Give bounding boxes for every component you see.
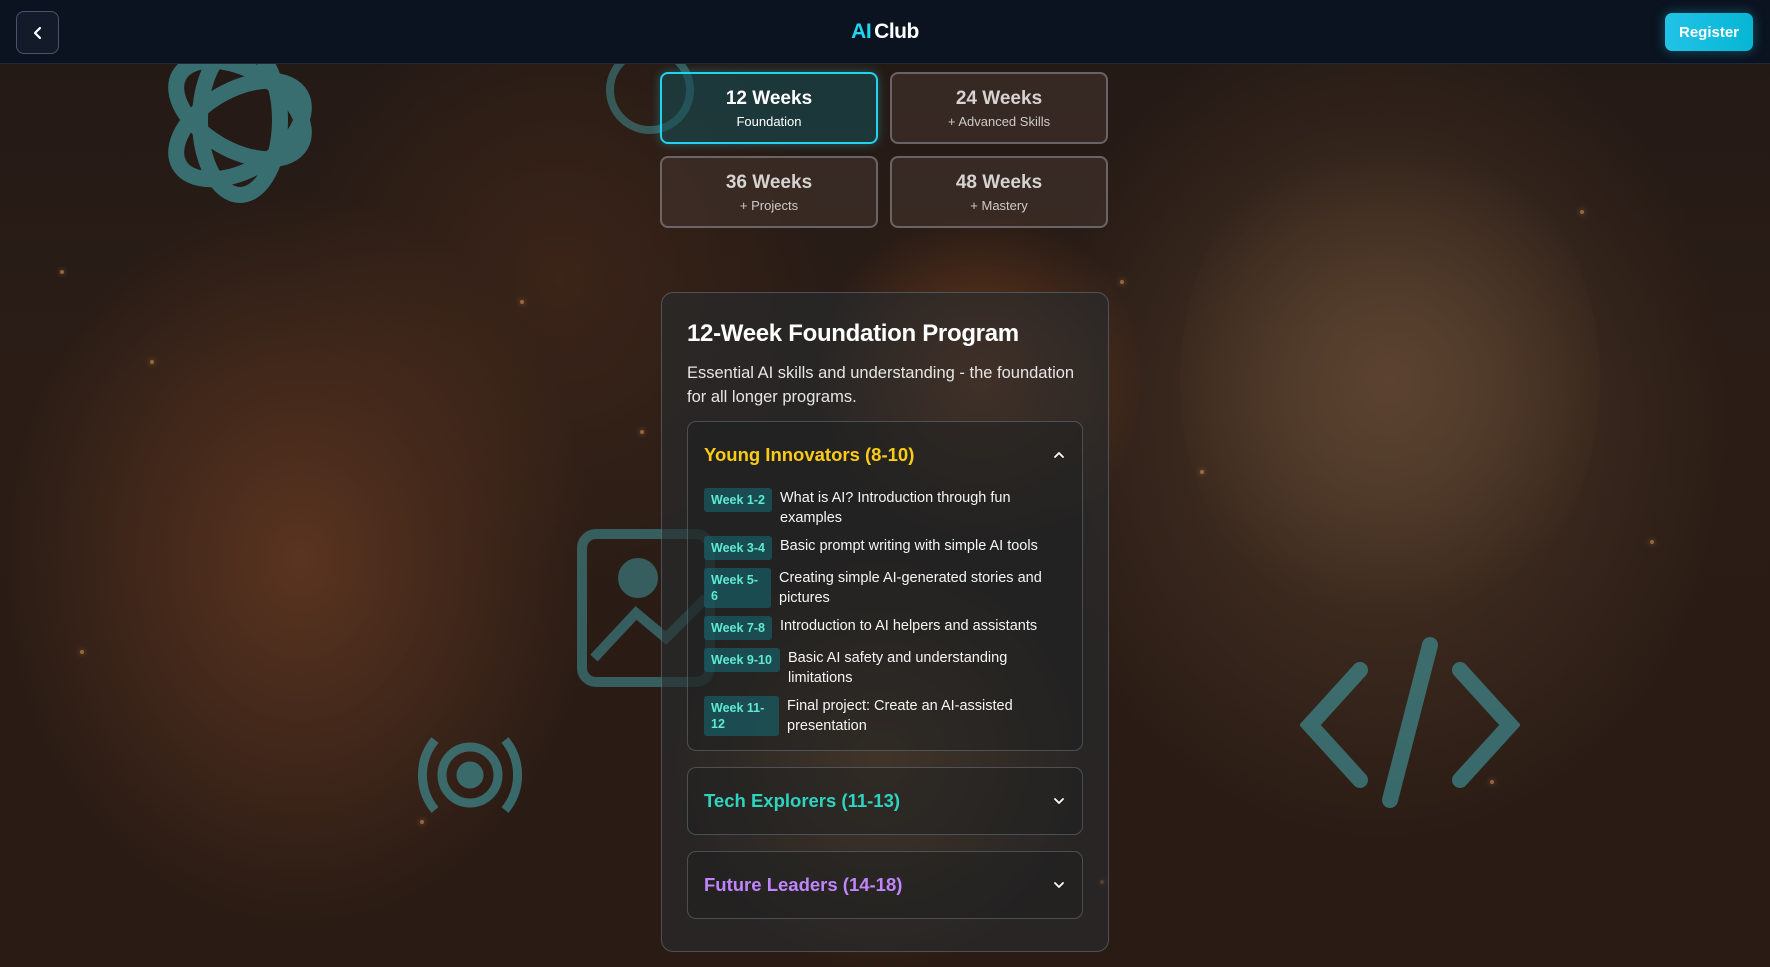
top-navbar: AI Club Register [0,0,1770,64]
week-list: Week 1-2 What is AI? Introduction throug… [688,488,1082,750]
accordion-title: Young Innovators (8-10) [704,444,915,465]
code-icon [1300,637,1520,808]
accordion-header-young-innovators[interactable]: Young Innovators (8-10) [688,422,1082,488]
week-item: Week 9-10 Basic AI safety and understand… [704,648,1066,688]
week-description: Basic AI safety and understanding limita… [788,650,1008,686]
chevron-down-icon [1054,798,1064,804]
week-badge: Week 1-2 [704,488,772,512]
brand-logo[interactable]: AI Club [851,20,919,44]
tile-subtitle: + Advanced Skills [947,113,1051,129]
chevron-down-icon [1054,882,1064,888]
tile-36-weeks[interactable]: 36 Weeks + Projects [660,156,878,228]
week-description: Creating simple AI-generated stories and… [779,570,1042,606]
week-description: Basic prompt writing with simple AI tool… [779,538,1038,554]
accordion-title: Future Leaders (14-18) [704,874,903,895]
accordion-young-innovators: Young Innovators (8-10) Week 1-2 What is… [687,421,1083,751]
program-card: 12-Week Foundation Program Essential AI … [661,292,1109,952]
tile-24-weeks[interactable]: 24 Weeks + Advanced Skills [890,72,1108,144]
register-button[interactable]: Register [1665,13,1753,51]
accordion-header-future-leaders[interactable]: Future Leaders (14-18) [688,852,1082,918]
duration-selector: 12 Weeks Foundation 24 Weeks + Advanced … [660,72,1110,228]
tile-12-weeks[interactable]: 12 Weeks Foundation [660,72,878,144]
program-description: Essential AI skills and understanding - … [687,364,1075,406]
tile-subtitle: + Mastery [970,197,1028,213]
chevron-up-icon [1054,452,1064,458]
week-badge: Week 9-10 [704,648,780,672]
accordion-header-tech-explorers[interactable]: Tech Explorers (11-13) [688,768,1082,834]
week-badge: Week 5-6 [704,568,771,608]
accordion-title: Tech Explorers (11-13) [704,790,901,811]
openai-logo-icon [168,40,312,203]
brain-icon [418,737,522,813]
week-description: What is AI? Introduction through fun exa… [780,490,1011,526]
week-badge: Week 7-8 [704,616,772,640]
week-item: Week 7-8 Introduction to AI helpers and … [704,616,1066,640]
week-badge: Week 3-4 [704,536,772,560]
week-item: Week 3-4 Basic prompt writing with simpl… [704,536,1066,560]
tile-title: 48 Weeks [955,171,1043,193]
accordion-tech-explorers: Tech Explorers (11-13) [687,767,1083,835]
program-title: 12-Week Foundation Program [687,320,1019,347]
week-description: Introduction to AI helpers and assistant… [779,618,1038,634]
tile-title: 24 Weeks [955,87,1043,109]
tile-subtitle: + Projects [739,197,799,213]
week-item: Week 1-2 What is AI? Introduction throug… [704,488,1066,528]
tile-subtitle: Foundation [736,113,802,129]
week-description: Final project: Create an AI-assisted pre… [787,698,1013,734]
tile-title: 12 Weeks [725,87,813,109]
week-item: Week 11-12 Final project: Create an AI-a… [704,696,1066,736]
brand-club-text: Club [874,19,919,43]
week-badge: Week 11-12 [704,696,779,736]
tile-title: 36 Weeks [725,171,813,193]
tile-48-weeks[interactable]: 48 Weeks + Mastery [890,156,1108,228]
week-item: Week 5-6 Creating simple AI-generated st… [704,568,1066,608]
chevron-left-icon [33,26,41,39]
accordion-future-leaders: Future Leaders (14-18) [687,851,1083,919]
brand-ai-text: AI [851,19,872,43]
back-button[interactable] [16,11,59,54]
